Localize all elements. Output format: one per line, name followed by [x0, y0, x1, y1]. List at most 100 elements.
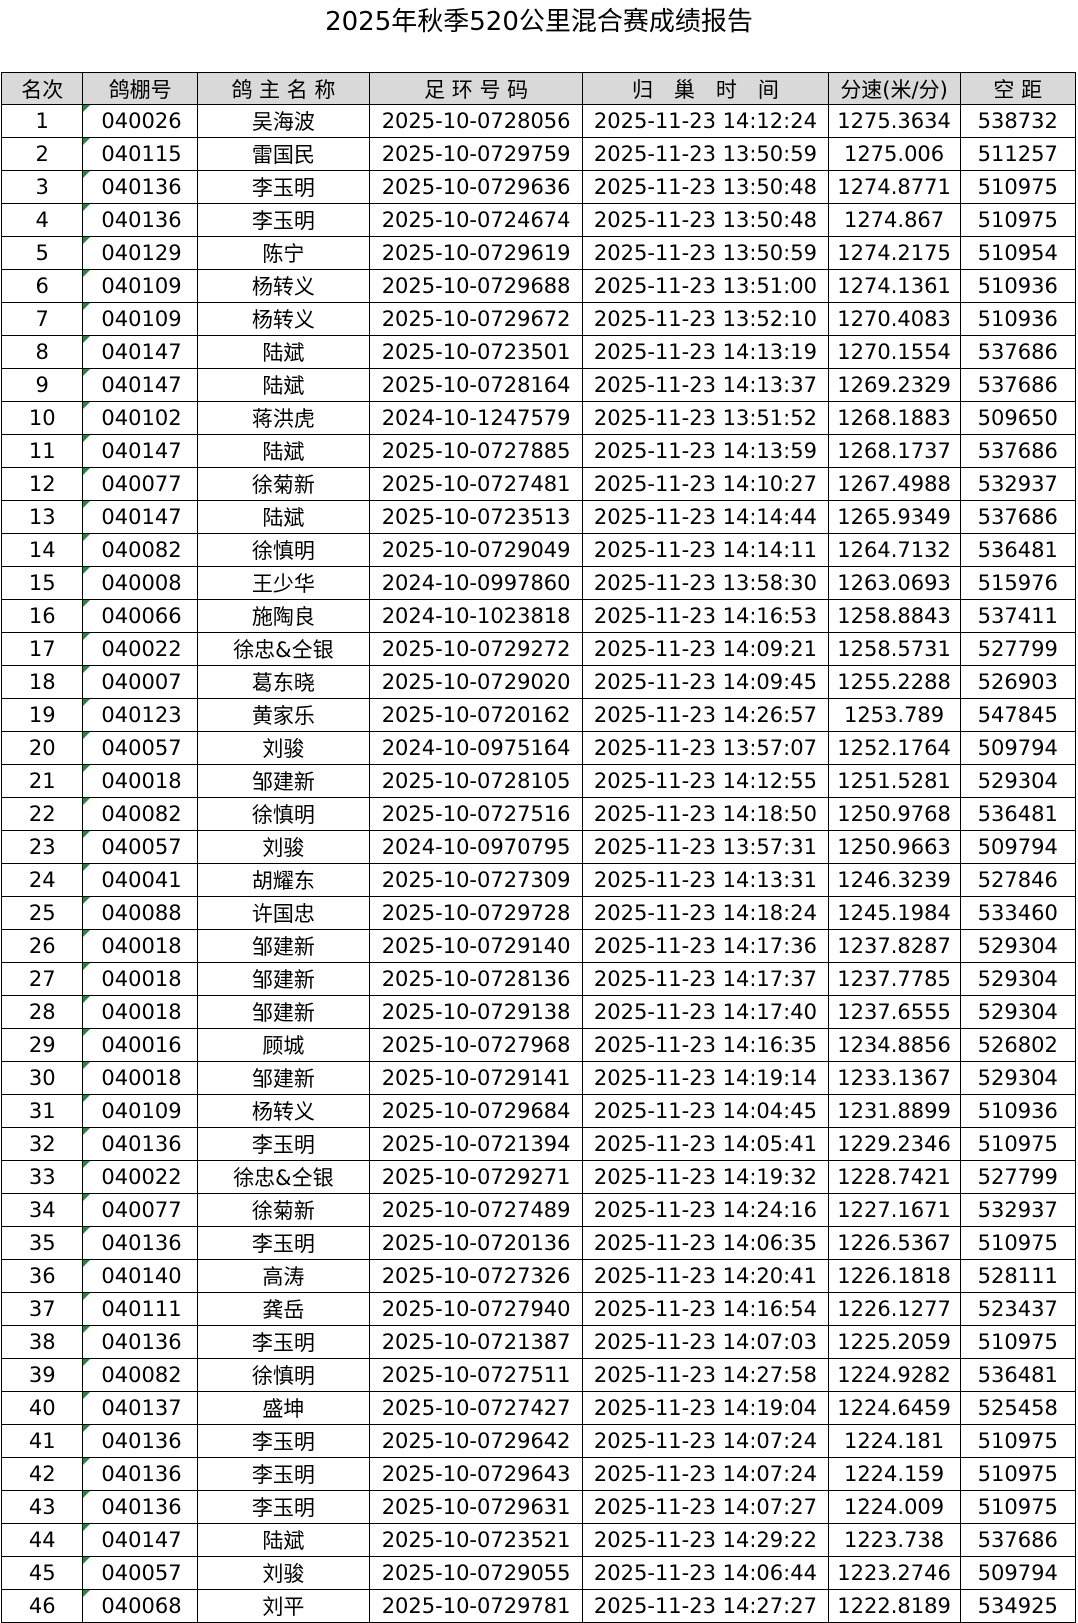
loft-number-cell: 040147	[82, 368, 198, 402]
owner-name-cell: 陆斌	[196, 368, 370, 402]
loft-number-cell: 040066	[82, 599, 198, 633]
ring-number-cell: 2025-10-0727885	[368, 434, 584, 468]
ring-number-cell: 2025-10-0727427	[368, 1391, 584, 1425]
ring-number-cell: 2025-10-0728105	[368, 764, 584, 798]
speed-cell: 1237.8287	[827, 929, 961, 963]
distance-cell: 532937	[959, 1193, 1077, 1227]
rank-cell: 28	[0, 995, 84, 1029]
distance-cell: 510936	[959, 302, 1077, 336]
table-row: 3 040136 李玉明 2025-10-0729636 2025-11-23 13:5…	[0, 170, 1077, 204]
rank-cell: 16	[0, 599, 84, 633]
distance-cell: 536481	[959, 1358, 1077, 1392]
ring-number-cell: 2025-10-0723513	[368, 500, 584, 534]
distance-cell: 515976	[959, 566, 1077, 600]
rank-cell: 2	[0, 137, 84, 171]
distance-cell: 547845	[959, 698, 1077, 732]
arrival-time-cell: 2025-11-23 14:06:35	[582, 1226, 829, 1260]
table-row: 17 040022 徐忠&仝银 2025-10-0729272 2025-11-23 1…	[0, 632, 1077, 666]
distance-cell: 537686	[959, 335, 1077, 369]
loft-number-cell: 040082	[82, 1358, 198, 1392]
table-row: 44 040147 陆斌 2025-10-0723521 2025-11-23 14:2…	[0, 1523, 1077, 1557]
distance-cell: 537686	[959, 368, 1077, 402]
loft-number-cell: 040082	[82, 533, 198, 567]
arrival-time-cell: 2025-11-23 14:05:41	[582, 1127, 829, 1161]
rank-cell: 39	[0, 1358, 84, 1392]
table-body: 1 040026 吴海波 2025-10-0728056 2025-11-23 14:1…	[0, 104, 1077, 1623]
speed-cell: 1233.1367	[827, 1061, 961, 1095]
table-row: 23 040057 刘骏 2024-10-0970795 2025-11-23 13:5…	[0, 830, 1077, 864]
owner-name-cell: 施陶良	[196, 599, 370, 633]
ring-number-cell: 2025-10-0729138	[368, 995, 584, 1029]
arrival-time-cell: 2025-11-23 14:27:27	[582, 1589, 829, 1623]
speed-cell: 1246.3239	[827, 863, 961, 897]
ring-number-cell: 2025-10-0723521	[368, 1523, 584, 1557]
header-arrival-time: 归 巢 时 间	[582, 72, 829, 105]
header-distance: 空 距	[959, 72, 1077, 105]
report-title: 2025年秋季520公里混合赛成绩报告	[325, 7, 753, 37]
rank-cell: 26	[0, 929, 84, 963]
ring-number-cell: 2025-10-0729619	[368, 236, 584, 270]
ring-number-cell: 2025-10-0727326	[368, 1259, 584, 1293]
loft-number-cell: 040109	[82, 302, 198, 336]
owner-name-cell: 徐忠&仝银	[196, 1160, 370, 1194]
speed-cell: 1226.1818	[827, 1259, 961, 1293]
speed-cell: 1237.6555	[827, 995, 961, 1029]
table-row: 37 040111 龚岳 2025-10-0727940 2025-11-23 14:1…	[0, 1292, 1077, 1326]
ring-number-cell: 2025-10-0729642	[368, 1424, 584, 1458]
ring-number-cell: 2025-10-0729759	[368, 137, 584, 171]
table-row: 8 040147 陆斌 2025-10-0723501 2025-11-23 14:13…	[0, 335, 1077, 369]
loft-number-cell: 040136	[82, 1325, 198, 1359]
ring-number-cell: 2025-10-0729020	[368, 665, 584, 699]
distance-cell: 509794	[959, 830, 1077, 864]
speed-cell: 1253.789	[827, 698, 961, 732]
table-row: 4 040136 李玉明 2025-10-0724674 2025-11-23 13:5…	[0, 203, 1077, 237]
distance-cell: 528111	[959, 1259, 1077, 1293]
speed-cell: 1255.2288	[827, 665, 961, 699]
rank-cell: 20	[0, 731, 84, 765]
owner-name-cell: 刘骏	[196, 830, 370, 864]
rank-cell: 21	[0, 764, 84, 798]
loft-number-cell: 040109	[82, 269, 198, 303]
arrival-time-cell: 2025-11-23 14:18:50	[582, 797, 829, 831]
owner-name-cell: 邹建新	[196, 764, 370, 798]
speed-cell: 1223.2746	[827, 1556, 961, 1590]
loft-number-cell: 040140	[82, 1259, 198, 1293]
owner-name-cell: 杨转义	[196, 269, 370, 303]
owner-name-cell: 邹建新	[196, 962, 370, 996]
distance-cell: 510975	[959, 1424, 1077, 1458]
loft-number-cell: 040111	[82, 1292, 198, 1326]
distance-cell: 534925	[959, 1589, 1077, 1623]
ring-number-cell: 2024-10-0970795	[368, 830, 584, 864]
ring-number-cell: 2025-10-0729049	[368, 533, 584, 567]
rank-cell: 23	[0, 830, 84, 864]
arrival-time-cell: 2025-11-23 13:51:52	[582, 401, 829, 435]
arrival-time-cell: 2025-11-23 14:16:54	[582, 1292, 829, 1326]
owner-name-cell: 杨转义	[196, 302, 370, 336]
ring-number-cell: 2025-10-0723501	[368, 335, 584, 369]
rank-cell: 42	[0, 1457, 84, 1491]
arrival-time-cell: 2025-11-23 14:19:32	[582, 1160, 829, 1194]
loft-number-cell: 040136	[82, 1127, 198, 1161]
loft-number-cell: 040115	[82, 137, 198, 171]
header-owner-name: 鸽 主 名 称	[196, 72, 370, 105]
rank-cell: 33	[0, 1160, 84, 1194]
ring-number-cell: 2025-10-0728164	[368, 368, 584, 402]
loft-number-cell: 040077	[82, 1193, 198, 1227]
speed-cell: 1250.9663	[827, 830, 961, 864]
owner-name-cell: 刘平	[196, 1589, 370, 1623]
distance-cell: 536481	[959, 533, 1077, 567]
header-rank: 名次	[0, 72, 84, 105]
speed-cell: 1250.9768	[827, 797, 961, 831]
rank-cell: 29	[0, 1028, 84, 1062]
table-header-row: 名次 鸽棚号 鸽 主 名 称 足 环 号 码 归 巢 时 间 分速(米/分) 空…	[0, 72, 1077, 105]
arrival-time-cell: 2025-11-23 13:57:07	[582, 731, 829, 765]
rank-cell: 15	[0, 566, 84, 600]
ring-number-cell: 2025-10-0729688	[368, 269, 584, 303]
owner-name-cell: 徐菊新	[196, 467, 370, 501]
arrival-time-cell: 2025-11-23 14:20:41	[582, 1259, 829, 1293]
speed-cell: 1226.1277	[827, 1292, 961, 1326]
table-row: 5 040129 陈宁 2025-10-0729619 2025-11-23 13:50…	[0, 236, 1077, 270]
rank-cell: 17	[0, 632, 84, 666]
arrival-time-cell: 2025-11-23 14:04:45	[582, 1094, 829, 1128]
arrival-time-cell: 2025-11-23 14:09:45	[582, 665, 829, 699]
